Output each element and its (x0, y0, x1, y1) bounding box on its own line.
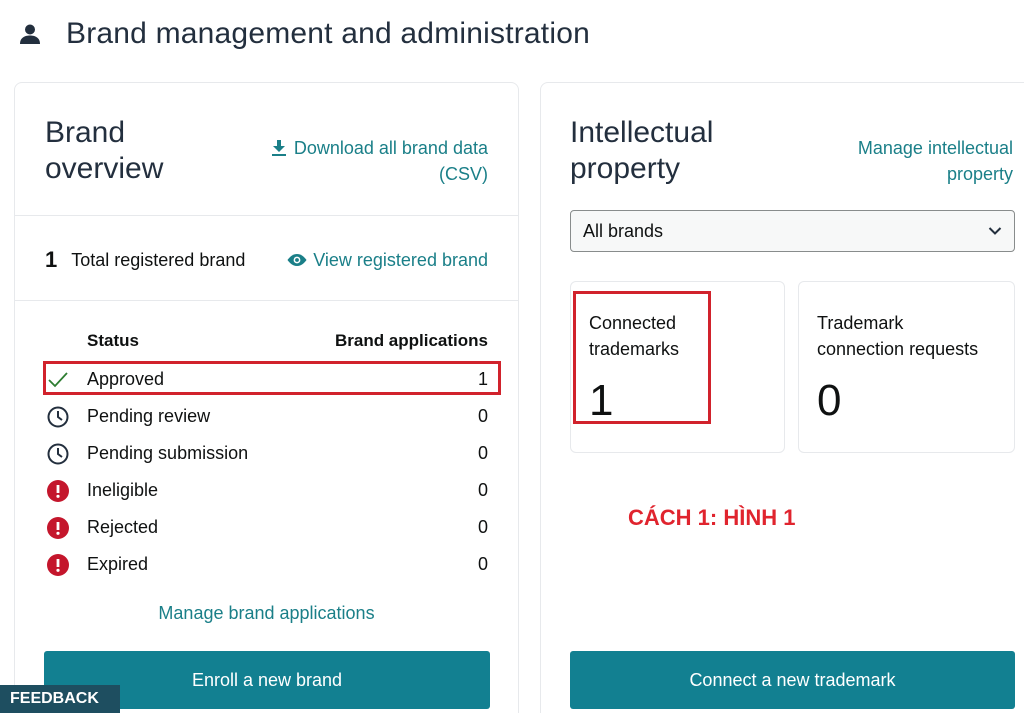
status-row-pending-review[interactable]: Pending review 0 (45, 398, 488, 435)
applications-column-header: Brand applications (334, 331, 488, 350)
brand-select[interactable]: All brands (570, 210, 1015, 252)
status-column-header: Status (87, 331, 139, 350)
status-row-pending-submission[interactable]: Pending submission 0 (45, 435, 488, 472)
manage-brand-applications-link[interactable]: Manage brand applications (15, 603, 518, 624)
user-icon (20, 24, 40, 44)
status-label: Ineligible (87, 480, 159, 500)
status-label: Pending review (87, 406, 211, 426)
page-header: Brand management and administration (18, 14, 590, 54)
brand-select-value: All brands (583, 220, 664, 241)
manage-intellectual-property-link[interactable]: Manage intellectual property (813, 135, 1013, 187)
alert-icon (45, 515, 71, 541)
status-row-rejected[interactable]: Rejected 0 (45, 509, 488, 546)
tile-label: Trademark connection requests (817, 313, 979, 359)
trademark-requests-tile[interactable]: Trademark connection requests 0 (798, 281, 1015, 453)
status-row-ineligible[interactable]: Ineligible 0 (45, 472, 488, 509)
highlight-box-approved (43, 361, 501, 395)
divider (15, 300, 518, 301)
page-title: Brand management and administration (66, 17, 590, 50)
tile-value: 0 (817, 376, 842, 425)
status-table-header: Status Brand applications (45, 331, 488, 351)
ip-title: Intellectual property (570, 116, 714, 185)
status-row-expired[interactable]: Expired 0 (45, 546, 488, 583)
status-count: 0 (477, 480, 488, 500)
total-registered-label: Total registered brand (71, 249, 246, 270)
status-count: 0 (477, 517, 488, 537)
divider (15, 215, 518, 216)
chevron-down-icon (988, 227, 1002, 235)
total-registered-row: 1 Total registered brand View registered… (45, 243, 488, 277)
status-count: 0 (477, 443, 488, 463)
highlight-box-trademarks (573, 291, 711, 424)
clock-icon (45, 404, 71, 430)
annotation-label: CÁCH 1: HÌNH 1 (628, 505, 796, 530)
status-count: 0 (477, 554, 488, 574)
status-label: Expired (87, 554, 149, 574)
total-registered-count: 1 (45, 247, 58, 272)
eye-icon (287, 254, 307, 266)
download-icon (271, 140, 286, 156)
download-brand-data-link[interactable]: Download all brand data (CSV) (268, 135, 488, 187)
intellectual-property-card: Intellectual property Manage intellectua… (540, 82, 1024, 713)
view-link-label: View registered brand (313, 249, 488, 270)
status-count: 0 (477, 406, 488, 426)
brand-overview-card: Brand overview Download all brand data (… (14, 82, 519, 713)
alert-icon (45, 478, 71, 504)
alert-icon (45, 552, 71, 578)
clock-icon (45, 441, 71, 467)
feedback-tab[interactable]: FEEDBACK (0, 685, 120, 713)
status-label: Pending submission (87, 443, 249, 463)
brand-overview-title: Brand overview (45, 116, 164, 185)
connect-new-trademark-button[interactable]: Connect a new trademark (570, 651, 1015, 709)
download-link-label: Download all brand data (CSV) (293, 138, 488, 184)
view-registered-brand-link[interactable]: View registered brand (287, 250, 488, 271)
status-label: Rejected (87, 517, 159, 537)
